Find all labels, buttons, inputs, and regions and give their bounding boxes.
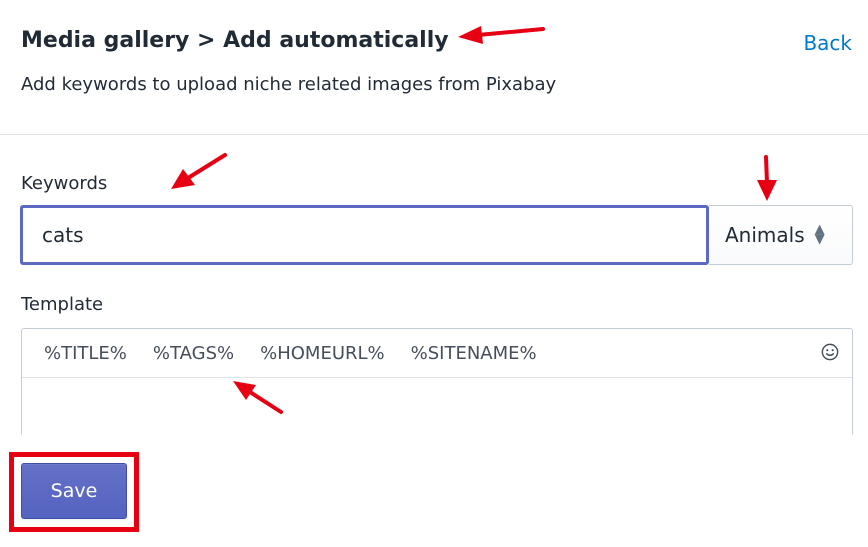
annotation-arrows xyxy=(171,26,777,414)
arrow-to-category-select xyxy=(757,155,777,201)
arrow-to-title xyxy=(458,26,545,44)
arrow-to-tags xyxy=(233,381,283,414)
arrow-to-keywords-label xyxy=(171,153,227,189)
